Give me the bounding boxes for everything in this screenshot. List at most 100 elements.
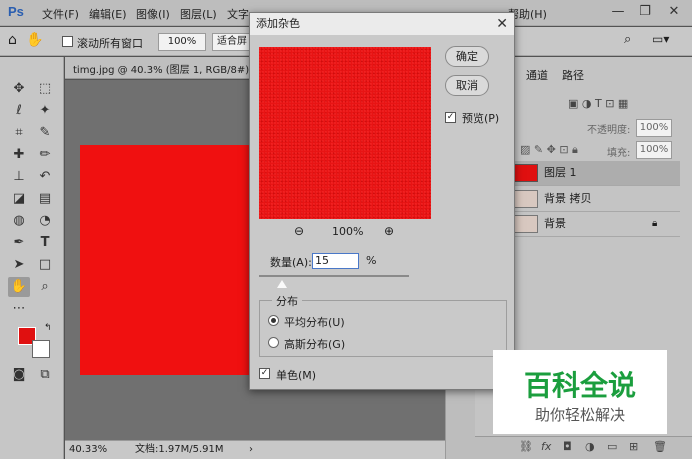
layer-thumbnail: [514, 215, 538, 233]
uniform-radio[interactable]: [268, 315, 279, 326]
uniform-label: 平均分布(U): [284, 316, 345, 329]
layers-panel-footer: ⛓ fx ◘ ◑ ▭ ⊞ 🗑︎: [475, 436, 692, 459]
fx-icon[interactable]: fx: [541, 440, 551, 453]
dialog-title: 添加杂色: [250, 13, 514, 35]
marquee-tool-icon[interactable]: ⬚: [34, 79, 56, 99]
crop-tool-icon[interactable]: ⌗: [8, 123, 30, 143]
preview-zoom-level: 100%: [332, 225, 364, 238]
hand-tool-icon[interactable]: ✋: [8, 277, 30, 297]
rectangle-tool-icon[interactable]: □: [34, 255, 56, 275]
distribution-label: 分布: [272, 293, 302, 309]
watermark-title: 百科全说: [523, 369, 636, 402]
layer-row-layer1[interactable]: 图层 1: [500, 161, 680, 186]
filter-icons[interactable]: ▣ ◑ T ⊡ ▦: [568, 97, 628, 110]
cancel-button[interactable]: 取消: [445, 75, 489, 96]
close-icon[interactable]: ✕: [496, 13, 508, 35]
gradient-tool-icon[interactable]: ▤: [34, 189, 56, 209]
watermark: 百科全说 助你轻松解决: [493, 350, 667, 434]
zoom-tool-icon[interactable]: ⌕: [34, 277, 56, 297]
scroll-all-checkbox[interactable]: [62, 36, 73, 47]
opacity-label: 不透明度:: [587, 125, 631, 136]
quick-mask-icon[interactable]: ◙: [8, 365, 30, 385]
status-doc-size: 文档:1.97M/5.91M: [135, 444, 224, 455]
opacity-field[interactable]: 100%: [636, 119, 672, 137]
toolbox: ✥ ⬚ ℓ ✦ ⌗ ✎ ✚ ✏ ⊥ ↶ ◪ ▤ ◍ ◔ ✒ T ➤ □ ✋ ⌕ …: [0, 57, 64, 459]
menu-image[interactable]: 图像(I): [136, 6, 170, 22]
layer-row-background[interactable]: 背景 🔒︎: [500, 212, 680, 237]
menu-type[interactable]: 文字: [227, 6, 249, 22]
screen-mode-icon[interactable]: ⧉: [34, 365, 56, 385]
amount-slider-track[interactable]: [259, 275, 409, 277]
add-noise-dialog: 添加杂色 ✕ 确定 取消 ✓ 预览(P) ⊖ 100% ⊕ 数量(A): 15 …: [249, 12, 515, 390]
menu-file[interactable]: 文件(F): [42, 6, 79, 22]
tab-paths[interactable]: 路径: [556, 66, 590, 86]
delete-layer-icon[interactable]: 🗑︎: [653, 440, 667, 453]
blur-tool-icon[interactable]: ◍: [8, 211, 30, 231]
path-selection-icon[interactable]: ➤: [8, 255, 30, 275]
layer-name: 背景: [544, 217, 566, 230]
layer-thumbnail: [514, 190, 538, 208]
home-icon[interactable]: ⌂: [8, 32, 17, 48]
zoom-100-button[interactable]: 100%: [158, 33, 206, 51]
close-window-icon[interactable]: ✕: [662, 1, 686, 23]
lock-icon: 🔒︎: [652, 218, 658, 229]
type-tool-icon[interactable]: T: [34, 233, 56, 253]
amount-input[interactable]: 15: [312, 253, 359, 269]
fit-screen-button[interactable]: 适合屏: [212, 33, 252, 51]
layer-thumbnail: [514, 164, 538, 182]
gaussian-radio[interactable]: [268, 337, 279, 348]
healing-brush-icon[interactable]: ✚: [8, 145, 30, 165]
background-color-swatch[interactable]: [32, 340, 50, 358]
photoshop-logo: Ps: [8, 4, 24, 19]
new-group-icon[interactable]: ▭: [607, 440, 617, 453]
document-tab-title: timg.jpg @ 40.3% (图层 1, RGB/8#) *: [73, 65, 258, 76]
add-mask-icon[interactable]: ◘: [563, 440, 572, 453]
ok-button[interactable]: 确定: [445, 46, 489, 67]
restore-icon[interactable]: ❐: [633, 1, 657, 23]
menu-edit[interactable]: 编辑(E): [89, 6, 127, 22]
search-icon[interactable]: ⌕: [624, 32, 631, 47]
link-layers-icon[interactable]: ⛓: [519, 440, 533, 453]
adjustment-layer-icon[interactable]: ◑: [585, 440, 595, 453]
zoom-out-icon[interactable]: ⊖: [294, 224, 304, 238]
brush-tool-icon[interactable]: ✏: [34, 145, 56, 165]
swap-colors-icon[interactable]: ↰: [44, 323, 52, 333]
status-bar: 40.33% 文档:1.97M/5.91M ›: [65, 440, 445, 459]
preview-checkbox[interactable]: ✓: [445, 112, 456, 123]
layer-name: 图层 1: [544, 166, 577, 179]
eyedropper-icon[interactable]: ✎: [34, 123, 56, 143]
status-zoom[interactable]: 40.33%: [69, 441, 107, 458]
noise-preview[interactable]: [259, 47, 431, 219]
minimize-icon[interactable]: —: [606, 1, 630, 23]
hand-tool-preset-icon[interactable]: ✋: [26, 32, 43, 48]
lock-icons[interactable]: ▨ ✎ ✥ ⊡ 🔒︎: [520, 143, 578, 157]
menu-layer[interactable]: 图层(L): [180, 6, 217, 22]
pen-tool-icon[interactable]: ✒: [8, 233, 30, 253]
status-expand-icon[interactable]: ›: [249, 441, 253, 458]
fill-field[interactable]: 100%: [636, 141, 672, 159]
more-tools-icon[interactable]: ⋯: [8, 299, 30, 319]
history-brush-icon[interactable]: ↶: [34, 167, 56, 187]
preview-label: 预览(P): [462, 112, 500, 125]
move-tool-icon[interactable]: ✥: [8, 79, 30, 99]
layer-row-background-copy[interactable]: 背景 拷贝: [500, 187, 680, 212]
gaussian-label: 高斯分布(G): [284, 338, 346, 351]
workspace-icon[interactable]: ▭▾: [652, 32, 669, 46]
dodge-tool-icon[interactable]: ◔: [34, 211, 56, 231]
watermark-subtitle: 助你轻松解决: [534, 406, 625, 424]
scroll-all-label: 滚动所有窗口: [77, 37, 143, 50]
zoom-in-icon[interactable]: ⊕: [384, 224, 394, 238]
amount-slider-thumb[interactable]: [276, 280, 287, 288]
new-layer-icon[interactable]: ⊞: [629, 440, 638, 453]
monochromatic-checkbox[interactable]: ✓: [259, 368, 270, 379]
clone-stamp-icon[interactable]: ⊥: [8, 167, 30, 187]
tab-channels[interactable]: 通道: [520, 66, 554, 86]
amount-label: 数量(A):: [270, 256, 312, 269]
fill-label: 填充:: [607, 148, 631, 159]
lasso-tool-icon[interactable]: ℓ: [8, 101, 30, 121]
radio-dot: [271, 318, 276, 323]
magic-wand-icon[interactable]: ✦: [34, 101, 56, 121]
eraser-tool-icon[interactable]: ◪: [8, 189, 30, 209]
document-canvas[interactable]: [80, 145, 250, 375]
layer-name: 背景 拷贝: [544, 192, 592, 205]
